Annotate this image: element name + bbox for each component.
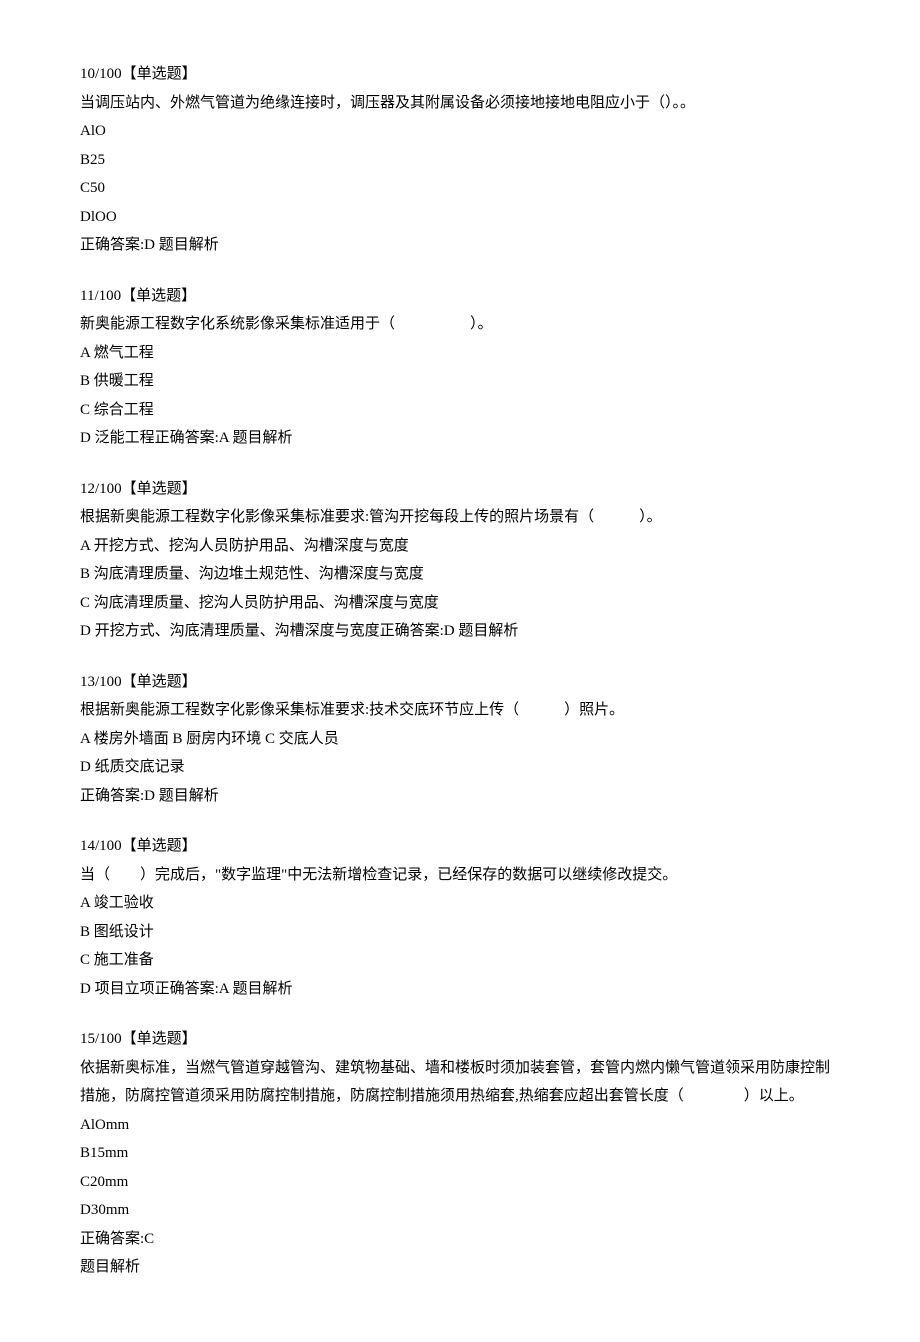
question-13: 13/100【单选题】 根据新奥能源工程数字化影像采集标准要求:技术交底环节应上…	[80, 668, 840, 811]
question-option: C 施工准备	[80, 946, 840, 975]
question-answer: 正确答案:D 题目解析	[80, 231, 840, 260]
question-option: C 综合工程	[80, 396, 840, 425]
question-option: D 纸质交底记录	[80, 753, 840, 782]
question-stem: 当（ ）完成后，"数字监理"中无法新增检查记录，已经保存的数据可以继续修改提交。	[80, 861, 840, 890]
question-number: 13/100【单选题】	[80, 668, 840, 697]
question-option: C20mm	[80, 1168, 840, 1197]
question-option: A 开挖方式、挖沟人员防护用品、沟槽深度与宽度	[80, 532, 840, 561]
question-answer: D 泛能工程正确答案:A 题目解析	[80, 424, 840, 453]
question-stem: 依据新奥标准，当燃气管道穿越管沟、建筑物基础、墙和楼板时须加装套管，套管内燃内懒…	[80, 1054, 840, 1111]
question-option: A 竣工验收	[80, 889, 840, 918]
question-number: 14/100【单选题】	[80, 832, 840, 861]
question-stem: 新奥能源工程数字化系统影像采集标准适用于（ ）。	[80, 310, 840, 339]
question-10: 10/100【单选题】 当调压站内、外燃气管道为绝缘连接时，调压器及其附属设备必…	[80, 60, 840, 260]
question-option: D30mm	[80, 1196, 840, 1225]
question-option: B 沟底清理质量、沟边堆土规范性、沟槽深度与宽度	[80, 560, 840, 589]
question-number: 11/100【单选题】	[80, 282, 840, 311]
question-number: 15/100【单选题】	[80, 1025, 840, 1054]
question-option: B25	[80, 146, 840, 175]
question-answer: 正确答案:C	[80, 1225, 840, 1254]
question-option: B 图纸设计	[80, 918, 840, 947]
question-answer: D 开挖方式、沟底清理质量、沟槽深度与宽度正确答案:D 题目解析	[80, 617, 840, 646]
question-option: A 燃气工程	[80, 339, 840, 368]
question-number: 12/100【单选题】	[80, 475, 840, 504]
question-stem: 根据新奥能源工程数字化影像采集标准要求:管沟开挖每段上传的照片场景有（ ）。	[80, 503, 840, 532]
question-11: 11/100【单选题】 新奥能源工程数字化系统影像采集标准适用于（ ）。 A 燃…	[80, 282, 840, 453]
question-option: C50	[80, 174, 840, 203]
question-14: 14/100【单选题】 当（ ）完成后，"数字监理"中无法新增检查记录，已经保存…	[80, 832, 840, 1003]
question-option: DlOO	[80, 203, 840, 232]
question-stem: 根据新奥能源工程数字化影像采集标准要求:技术交底环节应上传（ ）照片。	[80, 696, 840, 725]
question-12: 12/100【单选题】 根据新奥能源工程数字化影像采集标准要求:管沟开挖每段上传…	[80, 475, 840, 646]
question-option: AlO	[80, 117, 840, 146]
question-answer: 正确答案:D 题目解析	[80, 782, 840, 811]
question-explanation: 题目解析	[80, 1253, 840, 1282]
question-number: 10/100【单选题】	[80, 60, 840, 89]
question-answer: D 项目立项正确答案:A 题目解析	[80, 975, 840, 1004]
question-option: B15mm	[80, 1139, 840, 1168]
question-option: B 供暖工程	[80, 367, 840, 396]
question-option: AlOmm	[80, 1111, 840, 1140]
question-stem: 当调压站内、外燃气管道为绝缘连接时，调压器及其附属设备必须接地接地电阻应小于（）…	[80, 89, 840, 118]
question-option: C 沟底清理质量、挖沟人员防护用品、沟槽深度与宽度	[80, 589, 840, 618]
question-option: A 楼房外墙面 B 厨房内环境 C 交底人员	[80, 725, 840, 754]
question-15: 15/100【单选题】 依据新奥标准，当燃气管道穿越管沟、建筑物基础、墙和楼板时…	[80, 1025, 840, 1282]
